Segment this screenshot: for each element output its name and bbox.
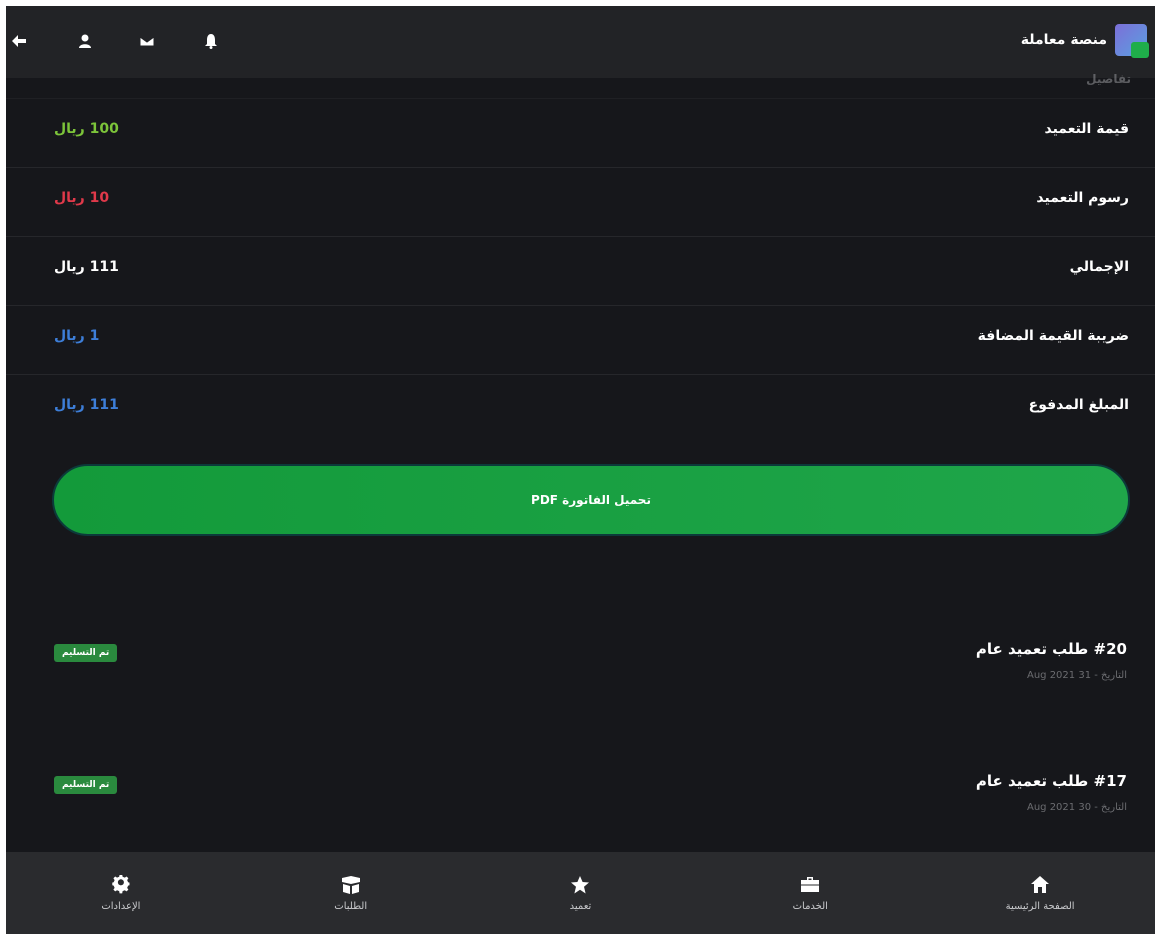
detail-row: الإجمالي 111 ريال	[6, 236, 1155, 305]
detail-value: 10 ريال	[54, 190, 110, 206]
bell-icon[interactable]	[200, 30, 222, 52]
order-item[interactable]: #20 طلب تعميد عام التاريخ - 31 Aug 2021 …	[6, 640, 1155, 720]
bottom-nav: الإعدادات الطلبات تعميد الخدمات الصفحة ا…	[6, 852, 1155, 934]
detail-value: 100 ريال	[54, 121, 119, 137]
detail-label: المبلغ المدفوع	[1028, 397, 1129, 413]
invoice-details: قيمة التعميد 100 ريال رسوم التعميد 10 ري…	[6, 98, 1155, 443]
box-icon	[341, 875, 360, 894]
gear-icon	[112, 874, 130, 893]
detail-value: 111 ريال	[54, 397, 119, 413]
home-icon	[1031, 875, 1050, 893]
nav-item-home[interactable]: الصفحة الرئيسية	[925, 852, 1155, 934]
nav-item-taamid[interactable]: تعميد	[466, 852, 696, 934]
nav-label: الخدمات	[792, 900, 828, 912]
top-bar: منصة معاملة	[6, 6, 1155, 78]
nav-label: تعميد	[569, 900, 592, 912]
order-date: التاريخ - 30 Aug 2021	[1026, 802, 1127, 813]
brand-logo-icon	[1115, 24, 1149, 58]
detail-label: قيمة التعميد	[1044, 121, 1130, 137]
star-icon	[571, 875, 590, 893]
status-badge: تم التسليم	[54, 776, 118, 794]
nav-label: الطلبات	[334, 900, 368, 912]
detail-row: قيمة التعميد 100 ريال	[6, 98, 1155, 167]
order-date: التاريخ - 31 Aug 2021	[1026, 670, 1127, 681]
app-frame: منصة معاملة تفاصيل قيمة التعميد 100 ريال…	[6, 6, 1155, 934]
brand-title: منصة معاملة	[1020, 32, 1107, 48]
briefcase-icon	[801, 876, 820, 892]
back-arrow-icon[interactable]	[8, 30, 30, 52]
nav-item-settings[interactable]: الإعدادات	[6, 852, 236, 934]
nav-item-orders[interactable]: الطلبات	[236, 852, 466, 934]
detail-row: رسوم التعميد 10 ريال	[6, 167, 1155, 236]
detail-label: الإجمالي	[1069, 259, 1129, 275]
nav-label: الإعدادات	[101, 900, 141, 912]
envelope-icon[interactable]	[136, 30, 158, 52]
nav-item-services[interactable]: الخدمات	[695, 852, 925, 934]
detail-row: المبلغ المدفوع 111 ريال	[6, 374, 1155, 443]
detail-value: 1 ريال	[54, 328, 100, 344]
section-heading-cutoff: تفاصيل	[1086, 72, 1131, 86]
nav-label: الصفحة الرئيسية	[1005, 900, 1075, 912]
detail-value: 111 ريال	[54, 259, 119, 275]
download-invoice-pdf-button[interactable]: تحميل الفاتورة PDF	[52, 464, 1130, 536]
order-item[interactable]: #17 طلب تعميد عام التاريخ - 30 Aug 2021 …	[6, 772, 1155, 852]
order-title: #20 طلب تعميد عام	[975, 640, 1127, 658]
detail-label: رسوم التعميد	[1036, 190, 1129, 206]
user-icon[interactable]	[74, 30, 96, 52]
status-badge: تم التسليم	[54, 644, 118, 662]
brand[interactable]: منصة معاملة	[1020, 20, 1149, 60]
detail-label: ضريبة القيمة المضافة	[977, 328, 1129, 344]
detail-row: ضريبة القيمة المضافة 1 ريال	[6, 305, 1155, 374]
order-title: #17 طلب تعميد عام	[975, 772, 1127, 790]
